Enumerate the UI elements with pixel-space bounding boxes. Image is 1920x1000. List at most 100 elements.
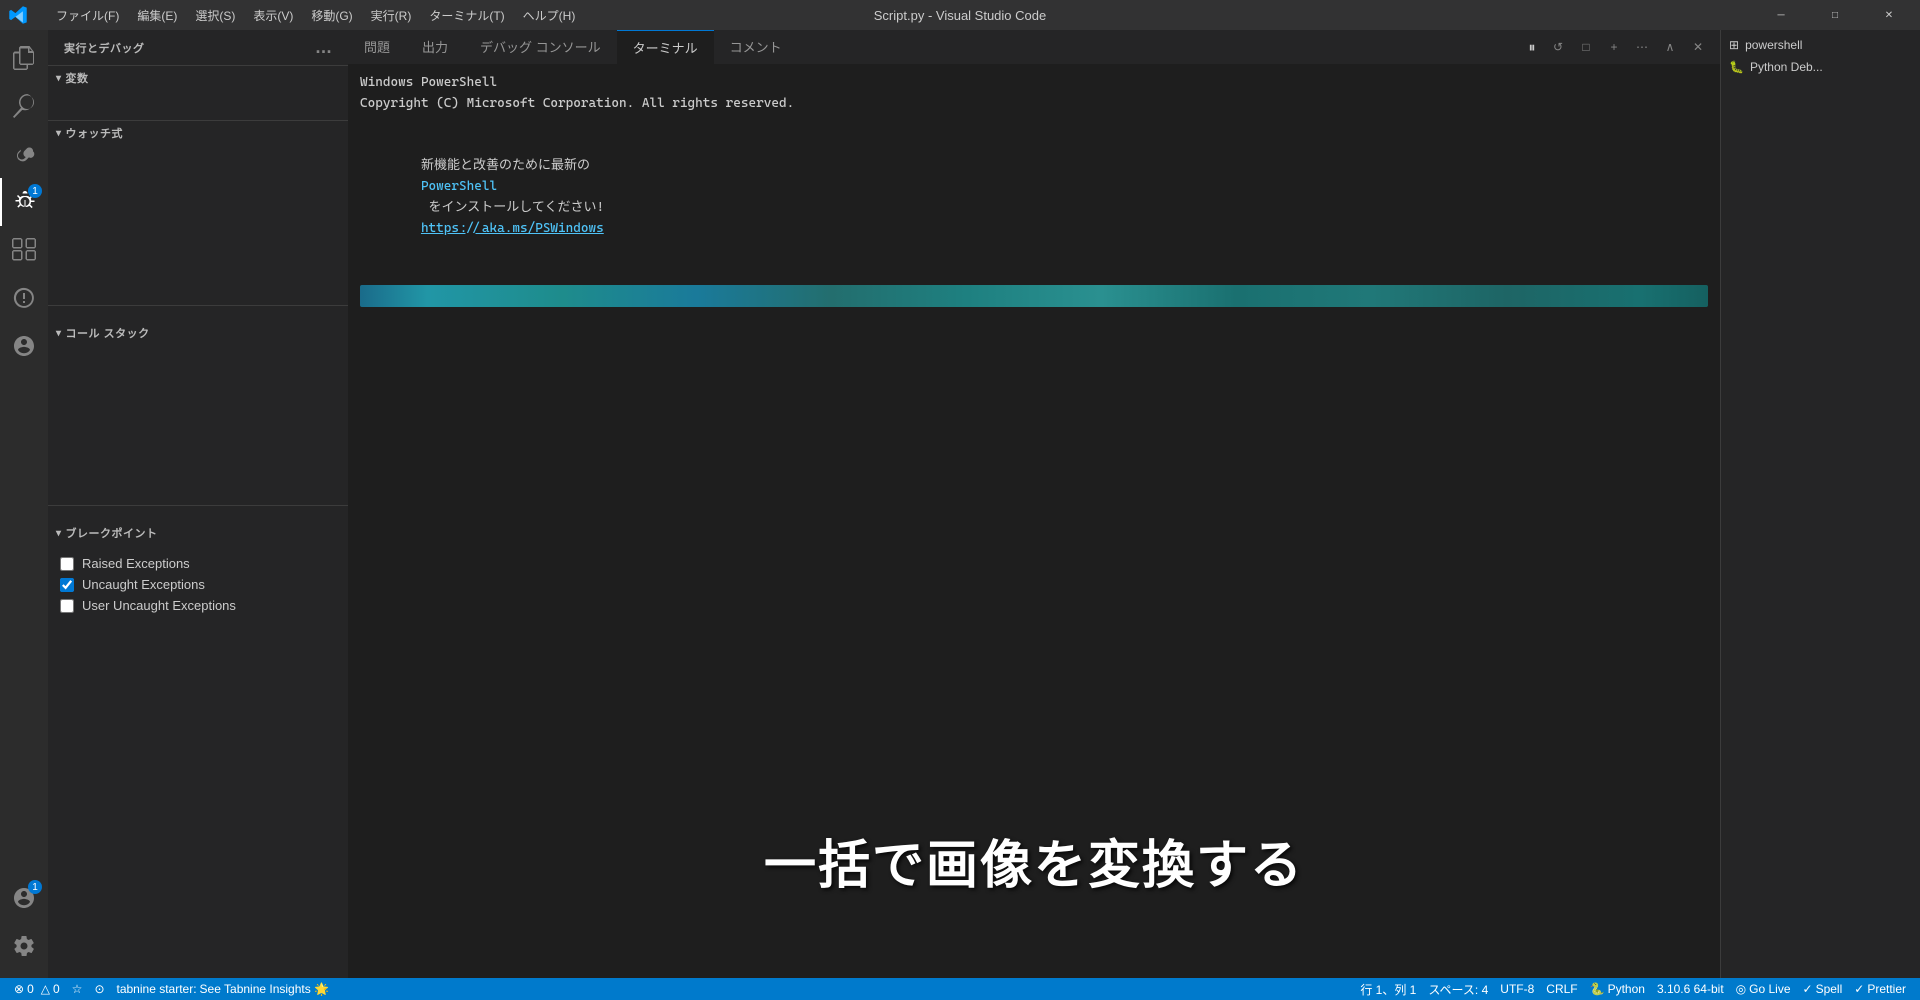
go-live-icon: ◎ [1736, 982, 1746, 996]
status-python-version[interactable]: 3.10.6 64-bit [1651, 978, 1730, 1000]
activity-icon-extensions[interactable] [0, 226, 48, 274]
terminal-ps-link-text: PowerShell [421, 179, 497, 194]
status-bar-right: 行 1、列 1 スペース: 4 UTF-8 CRLF 🐍 Python 3.10… [1354, 978, 1912, 1000]
terminal-cursor-line [360, 315, 1708, 377]
menu-file[interactable]: ファイル(F) [48, 5, 127, 26]
sidebar-header: 実行とデバッグ ... [48, 30, 348, 65]
terminal-line-3 [360, 115, 1708, 136]
terminal-line-2: Copyright (C) Microsoft Corporation. All… [360, 94, 1708, 115]
watch-content [48, 145, 348, 305]
settings-icon [12, 934, 36, 958]
close-panel-button[interactable]: ✕ [1684, 33, 1712, 61]
status-tabnine[interactable]: tabnine starter: See Tabnine Insights 🌟 [111, 978, 336, 1000]
menu-view[interactable]: 表示(V) [245, 5, 301, 26]
callstack-section-header[interactable]: ▾ コール スタック [48, 321, 348, 345]
testing-icon [12, 286, 36, 310]
uncaught-exceptions-checkbox[interactable] [60, 578, 74, 592]
activity-icon-explorer[interactable] [0, 34, 48, 82]
activity-icon-debug[interactable]: 1 [0, 178, 48, 226]
tabnine-label: tabnine starter: [117, 982, 197, 996]
user-uncaught-exceptions-label: User Uncaught Exceptions [82, 598, 236, 613]
tab-output[interactable]: 出力 [406, 30, 464, 65]
sidebar-more-button[interactable]: ... [315, 37, 332, 58]
status-eol[interactable]: CRLF [1540, 978, 1583, 1000]
status-go-live[interactable]: ◎ Go Live [1730, 978, 1797, 1000]
status-errors[interactable]: ⊗ 0 △ 0 [8, 978, 66, 1000]
activity-bar: 1 1 [0, 30, 48, 978]
minimize-button[interactable]: ─ [1758, 0, 1804, 30]
breakpoints-section: ▾ ブレークポイント Raised Exceptions Uncaught Ex… [48, 521, 348, 978]
sync-icon: ☆ [72, 982, 83, 996]
terminal-python-debug-item[interactable]: 🐛 Python Deb... [1721, 56, 1920, 78]
terminal-ps-text: 新機能と改善のために最新の [421, 158, 598, 173]
status-spaces[interactable]: スペース: 4 [1422, 978, 1494, 1000]
python-debug-terminal-label: Python Deb... [1750, 60, 1823, 74]
window-title: Script.py - Visual Studio Code [874, 8, 1046, 23]
raised-exceptions-label: Raised Exceptions [82, 556, 190, 571]
variables-label: 変数 [66, 70, 89, 86]
status-prettier[interactable]: ✓ Prettier [1848, 978, 1912, 1000]
watch-label: ウォッチ式 [66, 125, 124, 141]
status-line-col[interactable]: 行 1、列 1 [1354, 978, 1422, 1000]
tab-problems[interactable]: 問題 [348, 30, 406, 65]
terminal-content[interactable]: Windows PowerShell Copyright (C) Microso… [348, 65, 1720, 978]
powershell-terminal-icon: ⊞ [1729, 38, 1739, 52]
refresh-terminal-button[interactable]: ↺ [1544, 33, 1572, 61]
terminal-list-panel: ⊞ powershell 🐛 Python Deb... [1720, 30, 1920, 978]
window-controls: ─ □ ✕ [1758, 0, 1912, 30]
menu-run[interactable]: 実行(R) [363, 5, 420, 26]
status-sync[interactable]: ☆ [66, 978, 89, 1000]
activity-icon-testing[interactable] [0, 274, 48, 322]
menu-select[interactable]: 選択(S) [187, 5, 243, 26]
maximize-button[interactable]: □ [1812, 0, 1858, 30]
close-button[interactable]: ✕ [1866, 0, 1912, 30]
status-info[interactable]: ⊙ [88, 978, 110, 1000]
source-control-icon [12, 142, 36, 166]
variables-content [48, 90, 348, 120]
status-spell[interactable]: ✓ Spell [1797, 978, 1849, 1000]
activity-bar-bottom: 1 [0, 874, 48, 978]
spell-check-icon: ✓ [1803, 982, 1813, 996]
prettier-label: Prettier [1867, 982, 1906, 996]
sidebar-title: 実行とデバッグ [64, 40, 145, 56]
overlay-japanese-text: 一括で画像を変換する [348, 823, 1720, 898]
watch-section-header[interactable]: ▾ ウォッチ式 [48, 121, 348, 145]
maximize-panel-button[interactable]: □ [1572, 33, 1600, 61]
vscode-logo-icon [8, 5, 28, 25]
activity-icon-accounts[interactable]: 1 [0, 874, 48, 922]
go-live-label: Go Live [1749, 982, 1790, 996]
tab-comments[interactable]: コメント [714, 30, 798, 65]
tab-debug-console[interactable]: デバッグ コンソール [464, 30, 617, 65]
language-label: Python [1608, 982, 1645, 996]
tabs-bar: 問題 出力 デバッグ コンソール ターミナル コメント ⏸ ↺ □ + ⋯ ∧ … [348, 30, 1720, 65]
python-version-label: 3.10.6 64-bit [1657, 982, 1724, 996]
divider [48, 505, 348, 506]
status-encoding[interactable]: UTF-8 [1494, 978, 1540, 1000]
divider [48, 305, 348, 306]
collapse-panel-button[interactable]: ∧ [1656, 33, 1684, 61]
user-uncaught-exceptions-checkbox[interactable] [60, 599, 74, 613]
pause-button[interactable]: ⏸ [1520, 35, 1544, 59]
terminal-ps-text2: をインストールしてください! [421, 200, 604, 215]
menu-terminal[interactable]: ターミナル(T) [421, 5, 512, 26]
main-layout: 1 1 [0, 30, 1920, 978]
variables-section-header[interactable]: ▾ 変数 [48, 66, 348, 90]
status-language[interactable]: 🐍 Python [1584, 978, 1651, 1000]
callstack-arrow-icon: ▾ [56, 328, 62, 339]
new-terminal-button[interactable]: + [1600, 33, 1628, 61]
menu-edit[interactable]: 編集(E) [129, 5, 185, 26]
title-bar-left: ファイル(F) 編集(E) 選択(S) 表示(V) 移動(G) 実行(R) ター… [8, 5, 583, 26]
split-terminal-button[interactable]: ⋯ [1628, 33, 1656, 61]
breakpoints-section-header[interactable]: ▾ ブレークポイント [48, 521, 348, 545]
tab-terminal[interactable]: ターミナル [617, 30, 714, 65]
menu-help[interactable]: ヘルプ(H) [515, 5, 584, 26]
menu-go[interactable]: 移動(G) [303, 5, 360, 26]
terminal-powershell-item[interactable]: ⊞ powershell [1721, 34, 1920, 56]
activity-icon-source-control[interactable] [0, 130, 48, 178]
activity-icon-remote[interactable] [0, 322, 48, 370]
tab-actions: ⏸ ↺ □ + ⋯ ∧ ✕ [1520, 33, 1720, 61]
breakpoints-content: Raised Exceptions Uncaught Exceptions Us… [48, 545, 348, 978]
activity-icon-search[interactable] [0, 82, 48, 130]
raised-exceptions-checkbox[interactable] [60, 557, 74, 571]
activity-icon-settings[interactable] [0, 922, 48, 970]
